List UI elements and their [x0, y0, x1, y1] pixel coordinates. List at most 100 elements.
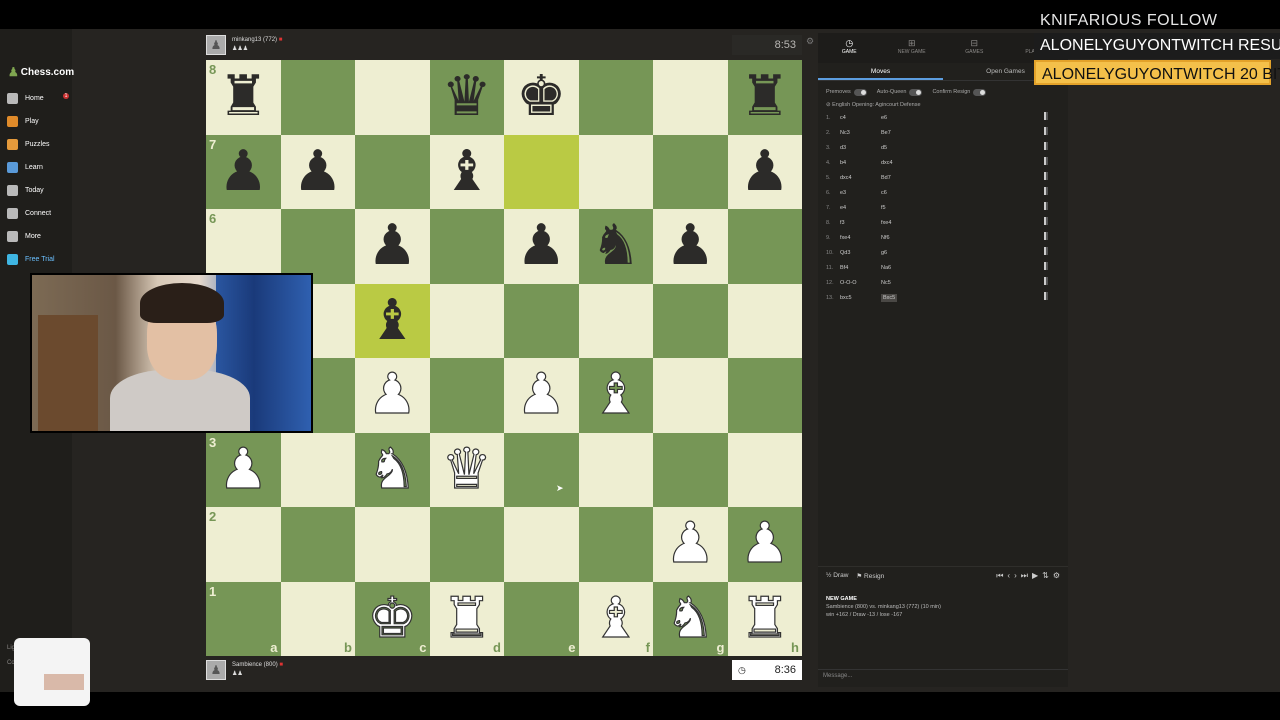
black-pawn-icon[interactable]: ♟	[218, 143, 268, 200]
black-pawn-icon[interactable]: ♟	[367, 218, 417, 274]
white-move[interactable]: e4	[840, 205, 881, 211]
black-pawn-icon[interactable]: ♟	[740, 143, 790, 200]
white-rook-icon[interactable]: ♜	[739, 590, 790, 647]
square-g3[interactable]	[653, 432, 728, 507]
square-c8[interactable]	[355, 60, 430, 135]
square-f7[interactable]	[578, 134, 653, 209]
premoves-option[interactable]: Premoves	[826, 88, 867, 96]
square-d4[interactable]	[429, 358, 504, 433]
black-move[interactable]: fxe4	[881, 220, 921, 226]
white-queen-icon[interactable]: ♛	[441, 441, 492, 498]
square-e6[interactable]: ♟	[504, 209, 579, 284]
sidebar-item-puzzles[interactable]: Puzzles	[0, 133, 72, 156]
white-move[interactable]: Bf4	[840, 265, 881, 271]
square-f8[interactable]	[578, 60, 653, 135]
black-king-icon[interactable]: ♚	[516, 69, 566, 125]
white-move[interactable]: bxc5	[840, 295, 881, 301]
next-move-icon[interactable]: ›	[1014, 571, 1017, 581]
square-e7[interactable]	[504, 134, 579, 209]
black-move[interactable]: Be7	[881, 130, 921, 136]
white-move[interactable]: fxe4	[840, 235, 881, 241]
square-b1[interactable]: b	[280, 581, 355, 656]
settings-gear-icon[interactable]: ⚙	[1053, 571, 1060, 581]
bottom-player-avatar[interactable]: ♟	[206, 660, 226, 680]
tab-game[interactable]: ◷ GAME	[818, 33, 881, 63]
square-e1[interactable]: e	[504, 581, 579, 656]
confirm-resign-toggle[interactable]	[973, 88, 987, 96]
square-f6[interactable]: ♞	[578, 209, 653, 284]
play-icon[interactable]: ▶	[1032, 571, 1038, 581]
first-move-icon[interactable]: ⏮	[996, 571, 1003, 581]
top-player-avatar[interactable]: ♟	[206, 35, 226, 55]
black-move[interactable]: Nf6	[881, 235, 921, 241]
confirm-resign-option[interactable]: Confirm Resign	[932, 88, 987, 96]
square-h2[interactable]: ♟	[727, 507, 802, 582]
white-bishop-icon[interactable]: ♝	[590, 366, 641, 423]
sidebar-item-play[interactable]: Play	[0, 110, 72, 133]
white-move[interactable]: O-O-O	[840, 280, 881, 286]
last-move-icon[interactable]: ⏭	[1021, 571, 1028, 581]
black-move[interactable]: dxc4	[881, 160, 921, 166]
square-d1[interactable]: d ♜	[429, 581, 504, 656]
chat-message-input[interactable]: Message...	[818, 669, 1068, 685]
black-bishop-icon[interactable]: ♝	[367, 292, 417, 349]
white-move[interactable]: b4	[840, 160, 881, 166]
square-h4[interactable]	[727, 358, 802, 433]
square-c1[interactable]: c ♚	[355, 581, 430, 656]
black-knight-icon[interactable]: ♞	[591, 218, 641, 274]
square-h7[interactable]: ♟	[727, 134, 802, 209]
tab-new-game[interactable]: ⊞ NEW GAME	[881, 33, 944, 63]
square-h1[interactable]: h ♜	[727, 581, 802, 656]
draw-button[interactable]: ½ Draw	[826, 572, 848, 580]
square-f3[interactable]	[578, 432, 653, 507]
tab-moves[interactable]: Moves	[818, 63, 943, 80]
square-e4[interactable]: ♟	[504, 358, 579, 433]
square-g5[interactable]	[653, 283, 728, 358]
white-pawn-icon[interactable]: ♟	[516, 366, 567, 423]
white-pawn-icon[interactable]: ♟	[367, 366, 418, 423]
square-g4[interactable]	[653, 358, 728, 433]
square-c5[interactable]: ♝	[355, 283, 430, 358]
black-move[interactable]: Na6	[881, 265, 921, 271]
square-g6[interactable]: ♟	[653, 209, 728, 284]
square-a3[interactable]: 3 ♟	[206, 432, 281, 507]
premoves-toggle[interactable]	[853, 88, 867, 96]
black-bishop-icon[interactable]: ♝	[442, 143, 492, 200]
square-g1[interactable]: g ♞	[653, 581, 728, 656]
white-pawn-icon[interactable]: ♟	[739, 515, 790, 572]
chesscom-logo[interactable]: ♟ Chess.com	[8, 65, 74, 79]
square-g8[interactable]	[653, 60, 728, 135]
sidebar-item-today[interactable]: Today	[0, 179, 72, 202]
square-a1[interactable]: 1a	[206, 581, 281, 656]
black-move[interactable]: Bxc5	[881, 293, 898, 302]
square-c4[interactable]: ♟	[355, 358, 430, 433]
sidebar-item-connect[interactable]: Connect	[0, 202, 72, 225]
square-h6[interactable]	[727, 209, 802, 284]
opening-name[interactable]: ⊘ English Opening: Agincourt Defense	[818, 97, 1068, 110]
square-f5[interactable]	[578, 283, 653, 358]
black-move[interactable]: e6	[881, 115, 921, 121]
square-a7[interactable]: 7 ♟	[206, 134, 281, 209]
square-h3[interactable]	[727, 432, 802, 507]
black-move[interactable]: c6	[881, 190, 921, 196]
square-e2[interactable]	[504, 507, 579, 582]
square-c2[interactable]	[355, 507, 430, 582]
auto-queen-option[interactable]: Auto-Queen	[877, 88, 923, 96]
sidebar-item-home[interactable]: Home 1	[0, 87, 72, 110]
sidebar-item-learn[interactable]: Learn	[0, 156, 72, 179]
square-d5[interactable]	[429, 283, 504, 358]
sidebar-item-more[interactable]: More	[0, 225, 72, 248]
white-rook-icon[interactable]: ♜	[441, 590, 492, 647]
sidebar-item-free-trial[interactable]: Free Trial	[0, 248, 72, 271]
black-queen-icon[interactable]: ♛	[442, 69, 492, 125]
square-h8[interactable]: ♜	[727, 60, 802, 135]
black-pawn-icon[interactable]: ♟	[665, 218, 715, 274]
square-d2[interactable]	[429, 507, 504, 582]
white-move[interactable]: Qd3	[840, 250, 881, 256]
white-pawn-icon[interactable]: ♟	[665, 515, 716, 572]
square-c7[interactable]	[355, 134, 430, 209]
square-f1[interactable]: f ♝	[578, 581, 653, 656]
black-pawn-icon[interactable]: ♟	[293, 143, 343, 200]
black-move[interactable]: g6	[881, 250, 921, 256]
white-move[interactable]: e3	[840, 190, 881, 196]
